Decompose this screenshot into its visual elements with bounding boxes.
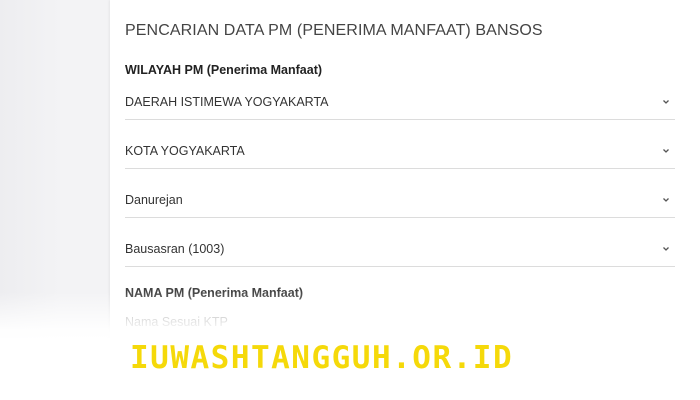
village-select[interactable]: Bausasran (1003) — [125, 242, 675, 267]
name-input[interactable] — [125, 312, 675, 332]
district-select[interactable]: Danurejan — [125, 193, 675, 218]
nama-section-label: NAMA PM (Penerima Manfaat) — [125, 286, 304, 300]
chevron-down-icon — [663, 198, 669, 202]
chevron-down-icon — [663, 149, 669, 153]
page-title: PENCARIAN DATA PM (PENERIMA MANFAAT) BAN… — [125, 22, 543, 39]
watermark-text: IUWASHTANGGUH.OR.ID — [130, 340, 514, 376]
city-select-value: KOTA YOGYAKARTA — [125, 144, 245, 158]
page: PENCARIAN DATA PM (PENERIMA MANFAAT) BAN… — [0, 0, 700, 400]
province-select-value: DAERAH ISTIMEWA YOGYAKARTA — [125, 95, 329, 109]
district-select-value: Danurejan — [125, 193, 183, 207]
wilayah-section-label: WILAYAH PM (Penerima Manfaat) — [125, 63, 323, 77]
village-select-value: Bausasran (1003) — [125, 242, 225, 256]
chevron-down-icon — [663, 100, 669, 104]
city-select[interactable]: KOTA YOGYAKARTA — [125, 144, 675, 169]
chevron-down-icon — [663, 247, 669, 251]
province-select[interactable]: DAERAH ISTIMEWA YOGYAKARTA — [125, 95, 675, 120]
